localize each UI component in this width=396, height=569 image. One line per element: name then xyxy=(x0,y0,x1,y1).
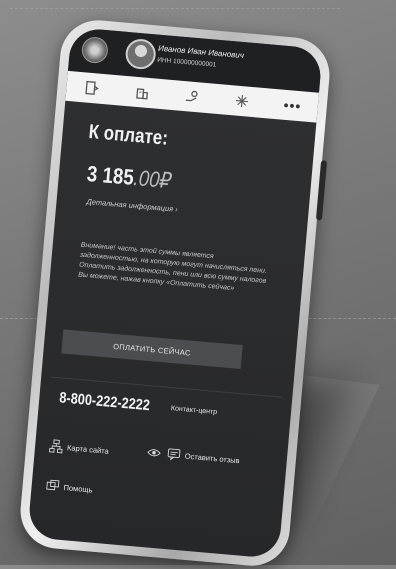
sitemap-label: Карта сайта xyxy=(67,443,109,456)
help-chat-icon xyxy=(45,478,60,493)
phone-mockup: Иванов Иван Иванович ИНН 100000000001 ••… xyxy=(17,17,332,569)
contact-center-label: Контакт-центр xyxy=(171,405,218,416)
avatar[interactable] xyxy=(124,38,157,71)
comment-icon xyxy=(166,447,181,462)
app-logo[interactable] xyxy=(81,36,109,64)
more-menu-button[interactable]: ••• xyxy=(280,93,306,119)
nav-item-income[interactable] xyxy=(179,84,205,110)
pay-now-button[interactable]: ОПЛАТИТЬ СЕЙЧАС xyxy=(61,329,242,369)
guide-line xyxy=(10,8,340,9)
user-inn: ИНН 100000000001 xyxy=(157,57,217,69)
hand-coin-icon xyxy=(183,88,200,105)
phone-screen: Иванов Иван Иванович ИНН 100000000001 ••… xyxy=(27,27,323,559)
amount-fraction: .00₽ xyxy=(133,165,173,193)
feedback-label: Оставить отзыв xyxy=(184,451,240,465)
sitemap-icon xyxy=(49,439,64,454)
eye-icon xyxy=(146,445,161,460)
contact-phone[interactable]: 8-800-222-2222 xyxy=(59,389,151,414)
nav-item-benefits[interactable] xyxy=(229,88,255,114)
help-link[interactable]: Помощь xyxy=(45,478,93,496)
debt-warning-text: Внимание! часть этой суммы является задо… xyxy=(78,241,271,297)
building-icon xyxy=(133,84,150,101)
sparkle-icon xyxy=(234,92,251,109)
accessibility-toggle[interactable] xyxy=(146,445,161,460)
payment-title: К оплате: xyxy=(88,121,169,151)
nav-item-taxes[interactable] xyxy=(79,75,105,101)
help-label: Помощь xyxy=(63,483,93,494)
amount-integer: 3 185 xyxy=(86,161,135,190)
sitemap-link[interactable]: Карта сайта xyxy=(49,439,110,458)
document-tag-icon xyxy=(83,79,100,96)
nav-item-property[interactable] xyxy=(129,79,155,105)
details-link[interactable]: Детальная информация › xyxy=(86,197,178,214)
payment-amount: 3 185.00₽ xyxy=(86,161,173,194)
feedback-link[interactable]: Оставить отзыв xyxy=(166,447,240,467)
